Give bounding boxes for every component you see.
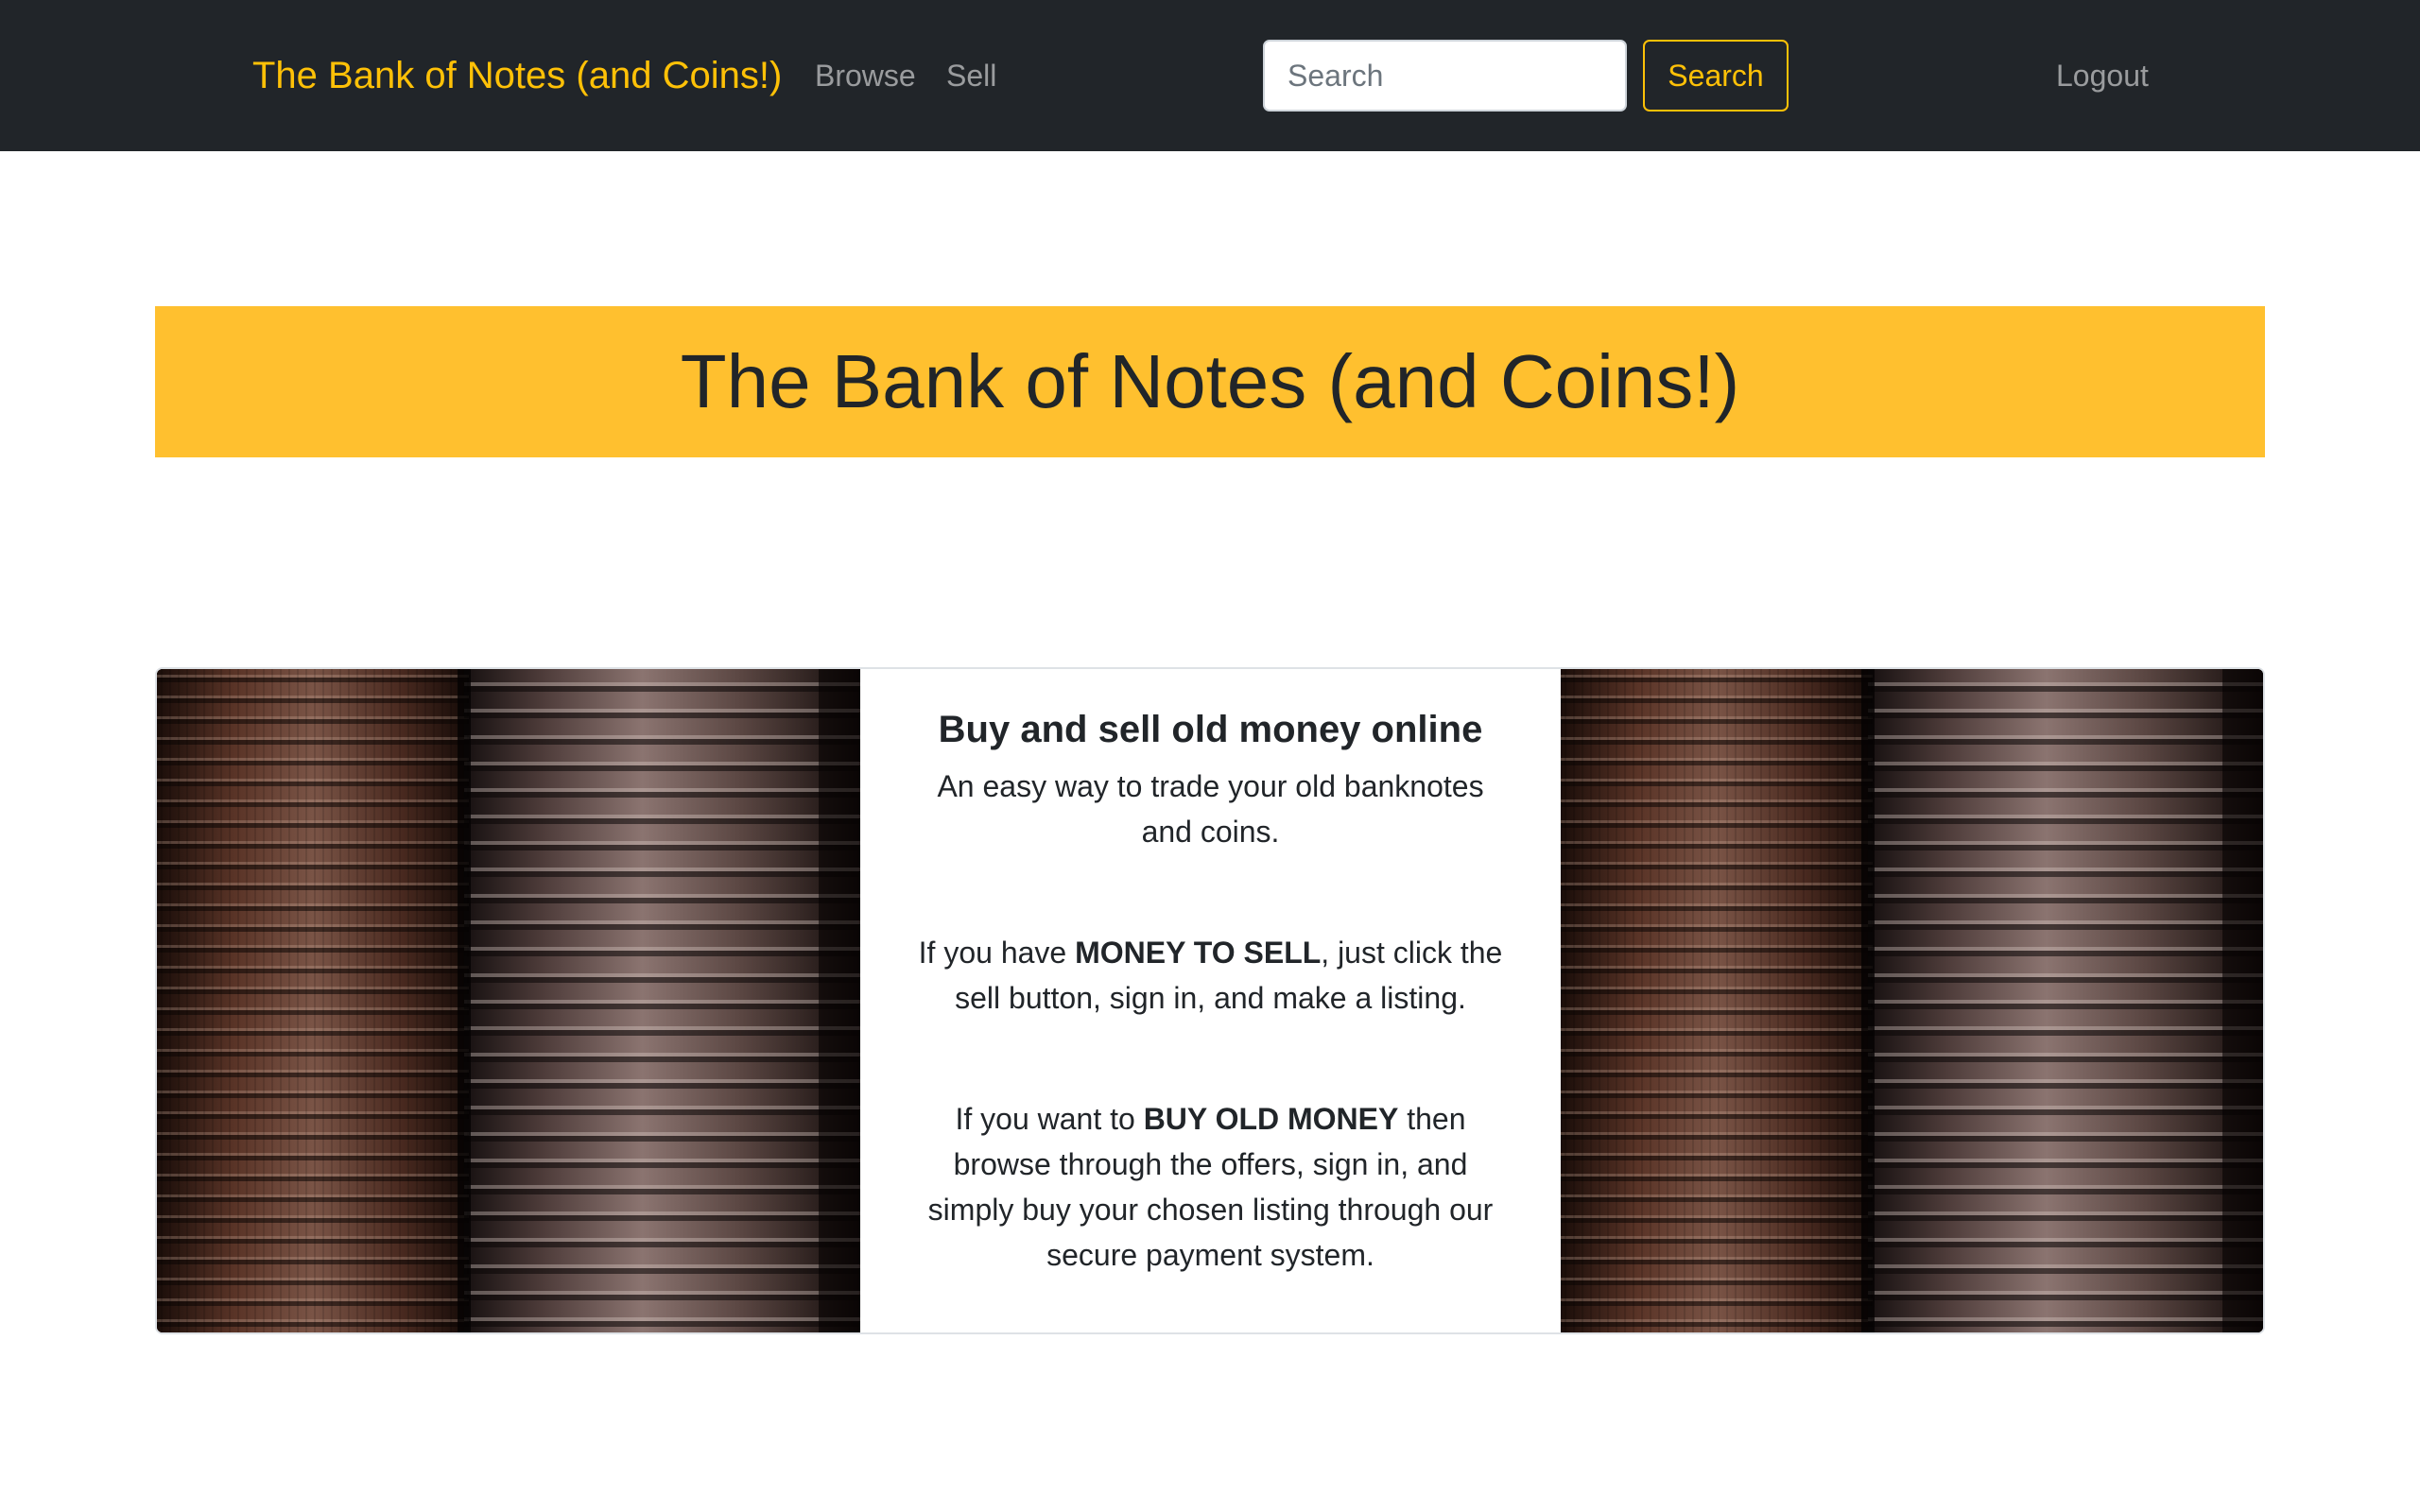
feature-intro: An easy way to trade your old banknotes … — [937, 769, 1484, 849]
nav-sell-link[interactable]: Sell — [946, 49, 996, 102]
feature-heading: Buy and sell old money online — [938, 709, 1483, 750]
feature-buy-paragraph: If you want to BUY OLD MONEY then browse… — [913, 1096, 1508, 1278]
hero-title: The Bank of Notes (and Coins!) — [680, 339, 1740, 423]
hero-banner: The Bank of Notes (and Coins!) — [155, 306, 2265, 457]
brand-link[interactable]: The Bank of Notes (and Coins!) — [252, 49, 782, 102]
sell-text-before: If you have — [918, 936, 1076, 970]
buy-emphasis: BUY OLD MONEY — [1143, 1102, 1399, 1136]
sell-emphasis: MONEY TO SELL — [1075, 936, 1322, 970]
feature-text-column: Buy and sell old money online An easy wa… — [860, 669, 1561, 1332]
nav-browse-link[interactable]: Browse — [815, 49, 916, 102]
top-navbar: The Bank of Notes (and Coins!) Browse Se… — [0, 0, 2420, 151]
buy-text-before: If you want to — [955, 1102, 1144, 1136]
coin-stack-image-left — [157, 669, 860, 1332]
coin-stack-image-right — [1561, 669, 2263, 1332]
feature-card: Buy and sell old money online An easy wa… — [155, 667, 2265, 1334]
feature-sell-paragraph: If you have MONEY TO SELL, just click th… — [913, 930, 1508, 1021]
search-input[interactable] — [1263, 40, 1627, 112]
logout-link[interactable]: Logout — [2056, 49, 2149, 102]
search-button[interactable]: Search — [1643, 40, 1789, 112]
